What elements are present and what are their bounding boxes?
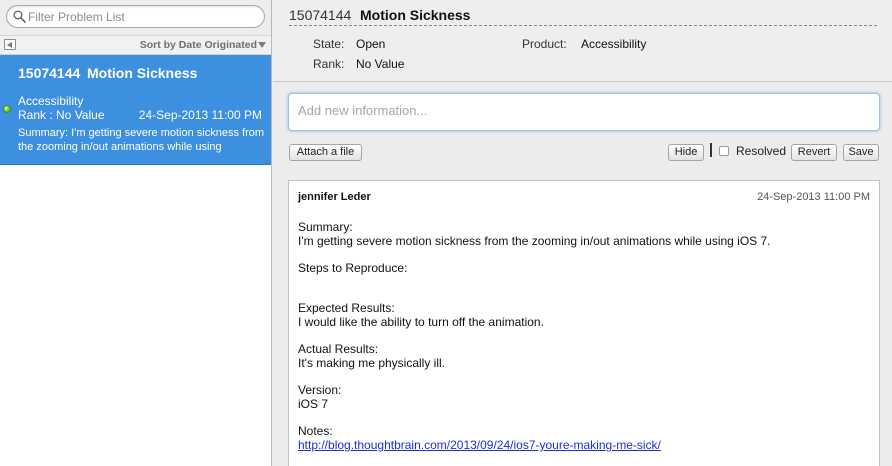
problem-date: 24-Sep-2013 11:00 PM [138, 108, 262, 122]
summary-text: I'm getting severe motion sickness from … [298, 234, 771, 248]
problem-number: 15074144 [18, 65, 81, 81]
actual-heading: Actual Results: [298, 342, 379, 356]
entry-date: 24-Sep-2013 11:00 PM [757, 191, 870, 203]
expected-heading: Expected Results: [298, 301, 395, 315]
product-label: Product: [522, 37, 567, 51]
collapse-icon[interactable] [4, 39, 16, 50]
search-icon [13, 10, 26, 23]
status-dot-icon [3, 105, 11, 113]
toolbar-separator [710, 143, 712, 157]
expected-text: I would like the ability to turn off the… [298, 315, 544, 329]
product-value: Accessibility [581, 37, 647, 51]
problem-entry: jennifer Leder 24-Sep-2013 11:00 PM Summ… [288, 180, 880, 466]
sort-by-label[interactable]: Sort by Date Originated [140, 39, 257, 51]
problem-summary: Summary: I'm getting severe motion sickn… [18, 127, 265, 153]
filter-search-field[interactable] [6, 5, 265, 28]
new-information-input[interactable] [298, 103, 868, 121]
version-text: iOS 7 [298, 397, 329, 411]
problem-detail-pane: 15074144 Motion Sickness State: Open Pro… [273, 0, 892, 466]
notes-link[interactable]: http://blog.thoughtbrain.com/2013/09/24/… [298, 438, 661, 452]
resolved-checkbox[interactable] [719, 146, 729, 156]
save-button[interactable]: Save [843, 144, 879, 161]
notes-heading: Notes: [298, 424, 333, 438]
filter-problem-list-input[interactable] [28, 8, 258, 25]
problem-title: Motion Sickness [87, 65, 198, 81]
version-heading: Version: [298, 383, 342, 397]
rank-value: No Value [356, 57, 405, 71]
detail-problem-number: 15074144 [289, 7, 352, 23]
sort-bar: Sort by Date Originated [0, 36, 271, 55]
revert-button[interactable]: Revert [791, 144, 837, 161]
attach-file-button[interactable]: Attach a file [289, 144, 362, 161]
problem-product: Accessibility [18, 94, 84, 108]
actual-text: It's making me physically ill. [298, 356, 445, 370]
search-bar [0, 0, 271, 36]
detail-problem-title: Motion Sickness [360, 7, 471, 23]
summary-heading: Summary: [298, 220, 353, 234]
sort-arrow-icon[interactable] [258, 42, 266, 48]
problem-rank: Rank : No Value [18, 108, 105, 122]
detail-header: 15074144 Motion Sickness State: Open Pro… [273, 0, 892, 82]
problem-list-item[interactable]: 15074144 Motion Sickness Accessibility R… [0, 55, 271, 165]
steps-heading: Steps to Reproduce: [298, 261, 408, 275]
entry-author: jennifer Leder [298, 191, 371, 203]
state-value: Open [356, 37, 386, 51]
rank-label: Rank: [313, 57, 345, 71]
resolved-label[interactable]: Resolved [736, 144, 786, 158]
new-information-box[interactable] [288, 93, 880, 131]
hide-button[interactable]: Hide [668, 144, 704, 161]
problem-list-sidebar: Sort by Date Originated 15074144 Motion … [0, 0, 272, 466]
state-label: State: [313, 37, 345, 51]
title-divider [289, 25, 877, 26]
